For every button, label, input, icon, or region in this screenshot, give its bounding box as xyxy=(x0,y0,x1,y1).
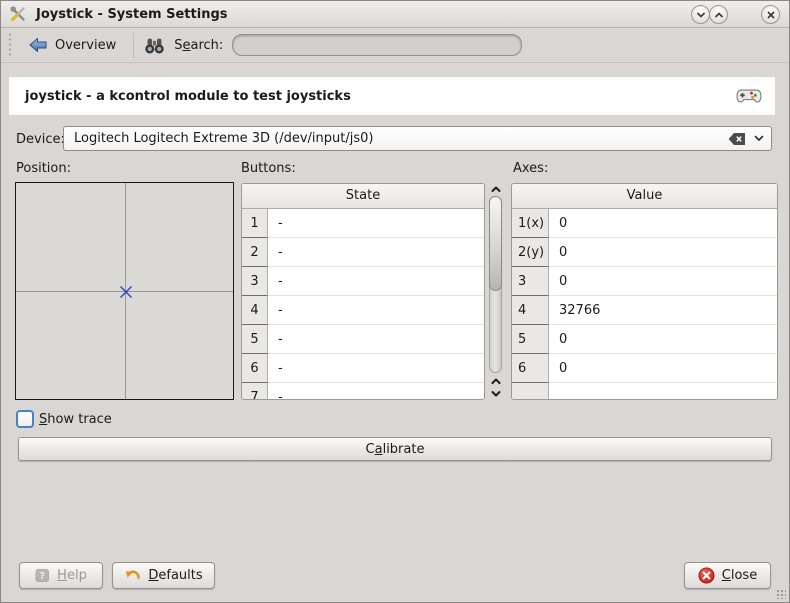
row-header: 4 xyxy=(242,296,268,325)
overview-label: Overview xyxy=(55,38,116,53)
row-header: 2(y) xyxy=(512,238,549,267)
table-row[interactable]: 3 0 xyxy=(512,267,777,296)
row-header: 3 xyxy=(512,267,549,296)
row-header: 3 xyxy=(242,267,268,296)
search-input[interactable] xyxy=(232,34,522,56)
buttons-table-header: State xyxy=(242,184,484,209)
minimize-button[interactable] xyxy=(691,5,710,24)
row-header: 5 xyxy=(512,325,549,354)
row-header: 5 xyxy=(242,325,268,354)
help-label: Help xyxy=(57,568,87,583)
table-row[interactable]: 5 0 xyxy=(512,325,777,354)
undo-arrow-icon xyxy=(124,569,141,583)
search-label: Search: xyxy=(174,38,223,53)
maximize-button[interactable] xyxy=(709,5,728,24)
scroll-up-icon[interactable] xyxy=(489,376,503,387)
module-header: joystick - a kcontrol module to test joy… xyxy=(9,77,775,115)
titlebar: Joystick - System Settings xyxy=(1,1,789,28)
show-trace-checkbox[interactable] xyxy=(16,410,34,428)
buttons-table-scrollbar[interactable] xyxy=(488,183,504,400)
table-row[interactable]: 4 - xyxy=(242,296,484,325)
scrollbar-thumb[interactable] xyxy=(489,196,502,291)
table-row[interactable]: 7 - xyxy=(242,383,484,400)
search-binoculars-icon xyxy=(144,36,165,55)
state-cell: - xyxy=(268,267,484,296)
chevron-down-icon xyxy=(695,9,707,21)
state-cell: - xyxy=(268,238,484,267)
close-x-icon xyxy=(765,9,777,21)
window-controls xyxy=(691,5,780,24)
help-button[interactable]: ? Help xyxy=(19,562,103,589)
row-header: 6 xyxy=(512,354,549,383)
svg-text:?: ? xyxy=(40,571,46,582)
state-cell: - xyxy=(268,354,484,383)
value-cell: 0 xyxy=(549,209,777,238)
table-row[interactable]: 5 - xyxy=(242,325,484,354)
table-row[interactable]: 2(y) 0 xyxy=(512,238,777,267)
overview-button[interactable]: Overview xyxy=(19,34,125,56)
show-trace-label: Show trace xyxy=(39,412,112,427)
value-cell: 0 xyxy=(549,238,777,267)
table-row[interactable]: 6 0 xyxy=(512,354,777,383)
close-window-button[interactable] xyxy=(761,5,780,24)
close-label: Close xyxy=(722,568,757,583)
device-combobox-value: Logitech Logitech Extreme 3D (/dev/input… xyxy=(64,131,728,146)
table-row[interactable]: 6 - xyxy=(242,354,484,383)
chevron-up-icon xyxy=(713,9,725,21)
defaults-button[interactable]: Defaults xyxy=(112,562,215,589)
combobox-dropdown-icon[interactable] xyxy=(754,135,764,142)
close-button[interactable]: Close xyxy=(684,562,771,589)
clear-text-icon[interactable] xyxy=(728,133,746,145)
table-row[interactable]: 1 - xyxy=(242,209,484,238)
toolbar-drag-handle[interactable] xyxy=(7,32,13,58)
toolbar-separator xyxy=(133,33,134,58)
buttons-table: State 1 - 2 - 3 - 4 - 5 - 6 - 7 - xyxy=(241,183,485,400)
joystick-position-marker-icon xyxy=(119,285,133,299)
table-row[interactable]: 4 32766 xyxy=(512,296,777,325)
scroll-down-icon[interactable] xyxy=(489,388,503,399)
defaults-label: Defaults xyxy=(148,568,202,583)
search-area: Search: xyxy=(144,34,522,56)
toolbar: Overview Search: xyxy=(1,28,789,63)
row-header: 1(x) xyxy=(512,209,549,238)
device-combobox[interactable]: Logitech Logitech Extreme 3D (/dev/input… xyxy=(63,126,772,151)
back-arrow-icon xyxy=(28,37,48,53)
calibrate-button[interactable]: Calibrate xyxy=(18,437,772,461)
window: Joystick - System Settings xyxy=(0,0,790,603)
row-header: 7 xyxy=(242,383,268,400)
state-cell: - xyxy=(268,209,484,238)
axes-table-header: Value xyxy=(512,184,777,209)
row-header: 2 xyxy=(242,238,268,267)
system-settings-tools-icon xyxy=(9,5,27,23)
window-title: Joystick - System Settings xyxy=(36,7,228,22)
device-label: Device: xyxy=(16,132,65,147)
resize-grip[interactable] xyxy=(776,589,786,599)
table-row[interactable]: 2 - xyxy=(242,238,484,267)
position-display xyxy=(15,182,234,400)
table-row-empty xyxy=(512,383,777,400)
position-label: Position: xyxy=(16,161,71,176)
help-book-icon: ? xyxy=(35,568,50,583)
module-title: joystick - a kcontrol module to test joy… xyxy=(25,89,351,104)
table-row[interactable]: 1(x) 0 xyxy=(512,209,777,238)
axes-table: Value 1(x) 0 2(y) 0 3 0 4 32766 5 0 6 0 xyxy=(511,183,778,400)
value-cell: 0 xyxy=(549,325,777,354)
table-row[interactable]: 3 - xyxy=(242,267,484,296)
scroll-up-icon[interactable] xyxy=(489,184,503,195)
state-cell: - xyxy=(268,325,484,354)
gamepad-icon xyxy=(736,86,762,105)
close-red-icon xyxy=(698,567,715,584)
axes-label: Axes: xyxy=(513,161,548,176)
row-header: 1 xyxy=(242,209,268,238)
value-cell: 0 xyxy=(549,354,777,383)
value-cell: 32766 xyxy=(549,296,777,325)
row-header: 6 xyxy=(242,354,268,383)
calibrate-label: Calibrate xyxy=(366,442,425,457)
row-header: 4 xyxy=(512,296,549,325)
state-cell: - xyxy=(268,383,484,400)
state-cell: - xyxy=(268,296,484,325)
buttons-label: Buttons: xyxy=(241,161,296,176)
value-cell: 0 xyxy=(549,267,777,296)
